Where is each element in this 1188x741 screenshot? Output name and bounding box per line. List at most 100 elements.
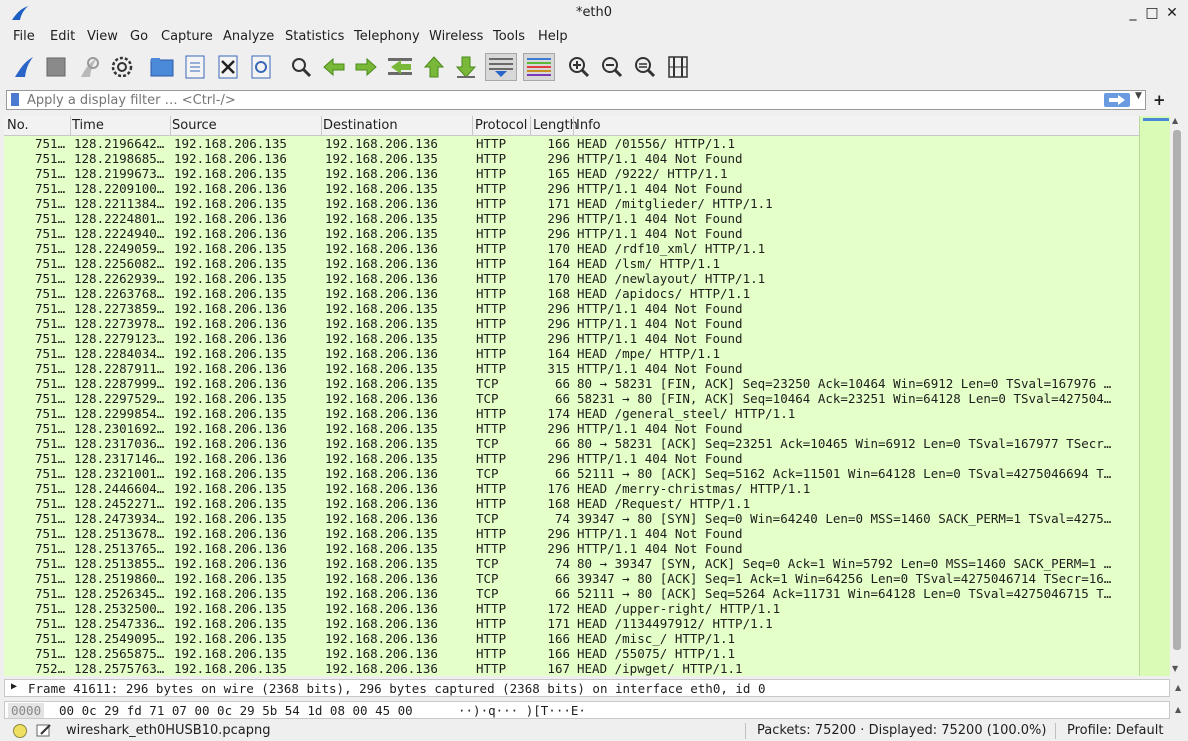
table-row[interactable]: 751… 128.2549095… 192.168.206.135 192.168.2… xyxy=(4,631,1170,646)
menu-view[interactable]: View xyxy=(87,29,118,44)
table-row[interactable]: 751… 128.2297529… 192.168.206.135 192.168.2… xyxy=(4,391,1170,406)
column-header-time[interactable]: Time xyxy=(72,118,104,133)
menu-tools[interactable]: Tools xyxy=(493,29,525,44)
packet-list[interactable]: No. Time Source Destination Protocol Len… xyxy=(4,116,1170,676)
table-row[interactable]: 751… 128.2513855… 192.168.206.136 192.168.2… xyxy=(4,556,1170,571)
save-file-icon[interactable] xyxy=(181,53,209,81)
scroll-down-icon[interactable]: ▼ xyxy=(1172,664,1178,673)
table-row[interactable]: 751… 128.2526345… 192.168.206.135 192.168.2… xyxy=(4,586,1170,601)
shark-fin-start-icon[interactable] xyxy=(10,53,38,81)
table-row[interactable]: 751… 128.2519860… 192.168.206.135 192.168.2… xyxy=(4,571,1170,586)
zoom-out-icon[interactable] xyxy=(598,53,626,81)
table-row[interactable]: 751… 128.2317036… 192.168.206.136 192.168.2… xyxy=(4,436,1170,451)
table-row[interactable]: 751… 128.2513765… 192.168.206.136 192.168.2… xyxy=(4,541,1170,556)
resize-columns-icon[interactable] xyxy=(664,53,692,81)
packet-minimap[interactable] xyxy=(1139,116,1170,676)
ascii-dump[interactable]: ··)·q··· )[T···E· xyxy=(458,703,586,718)
menu-analyze[interactable]: Analyze xyxy=(223,29,274,44)
column-header-length[interactable]: Length xyxy=(533,118,578,133)
auto-scroll-icon[interactable] xyxy=(485,53,517,81)
packet-bytes-pane[interactable]: 0000 00 0c 29 fd 71 07 00 0c 29 5b 54 1d… xyxy=(4,701,1170,719)
menu-statistics[interactable]: Statistics xyxy=(285,29,344,44)
scroll-thumb[interactable] xyxy=(1173,130,1181,650)
column-header-protocol[interactable]: Protocol xyxy=(475,118,527,133)
packet-details-pane[interactable]: ▶ Frame 41611: 296 bytes on wire (2368 b… xyxy=(4,679,1170,697)
bookmark-icon[interactable] xyxy=(11,93,19,106)
table-row[interactable]: 752… 128.2575763… 192.168.206.135 192.168.2… xyxy=(4,661,1170,676)
table-row[interactable]: 751… 128.2284034… 192.168.206.135 192.168.2… xyxy=(4,346,1170,361)
table-row[interactable]: 751… 128.2199673… 192.168.206.135 192.168.2… xyxy=(4,166,1170,181)
menu-go[interactable]: Go xyxy=(130,29,148,44)
menu-file[interactable]: File xyxy=(13,29,35,44)
go-back-icon[interactable] xyxy=(320,53,348,81)
frame-summary[interactable]: Frame 41611: 296 bytes on wire (2368 bit… xyxy=(28,681,766,696)
table-row[interactable]: 751… 128.2532500… 192.168.206.135 192.168.2… xyxy=(4,601,1170,616)
zoom-normal-icon[interactable] xyxy=(631,53,659,81)
open-file-icon[interactable] xyxy=(148,53,176,81)
expert-info-icon[interactable] xyxy=(13,724,27,738)
table-row[interactable]: 751… 128.2287911… 192.168.206.136 192.168.2… xyxy=(4,361,1170,376)
column-header-destination[interactable]: Destination xyxy=(323,118,398,133)
table-row[interactable]: 751… 128.2287999… 192.168.206.136 192.168.2… xyxy=(4,376,1170,391)
hex-dump[interactable]: 00 0c 29 fd 71 07 00 0c 29 5b 54 1d 08 0… xyxy=(59,703,413,718)
table-row[interactable]: 751… 128.2263768… 192.168.206.135 192.168.2… xyxy=(4,286,1170,301)
expand-arrow-icon[interactable]: ▶ xyxy=(11,681,17,692)
table-row[interactable]: 751… 128.2565875… 192.168.206.135 192.168.2… xyxy=(4,646,1170,661)
table-row[interactable]: 751… 128.2256082… 192.168.206.135 192.168.2… xyxy=(4,256,1170,271)
profile-selector[interactable]: Profile: Default xyxy=(1067,723,1163,738)
packet-count: Packets: 75200 · Displayed: 75200 (100.0… xyxy=(757,723,1047,738)
column-header-source[interactable]: Source xyxy=(172,118,217,133)
capture-comment-icon[interactable] xyxy=(36,723,52,737)
go-first-icon[interactable] xyxy=(420,53,448,81)
chevron-down-icon[interactable]: ▼ xyxy=(1135,91,1142,101)
colorize-icon[interactable] xyxy=(523,53,555,81)
table-row[interactable]: 751… 128.2224801… 192.168.206.136 192.168.2… xyxy=(4,211,1170,226)
details-scroll-icon[interactable]: ▲ xyxy=(1175,683,1181,692)
go-to-packet-icon[interactable] xyxy=(386,53,414,81)
table-row[interactable]: 751… 128.2321001… 192.168.206.135 192.168.2… xyxy=(4,466,1170,481)
display-filter-input[interactable] xyxy=(27,92,1097,108)
menu-capture[interactable]: Capture xyxy=(161,29,213,44)
table-row[interactable]: 751… 128.2209100… 192.168.206.136 192.168.2… xyxy=(4,181,1170,196)
table-row[interactable]: 751… 128.2446604… 192.168.206.135 192.168.2… xyxy=(4,481,1170,496)
menu-help[interactable]: Help xyxy=(538,29,568,44)
table-row[interactable]: 751… 128.2301692… 192.168.206.136 192.168.2… xyxy=(4,421,1170,436)
menu-edit[interactable]: Edit xyxy=(50,29,75,44)
table-row[interactable]: 751… 128.2211384… 192.168.206.135 192.168.2… xyxy=(4,196,1170,211)
table-row[interactable]: 751… 128.2547336… 192.168.206.135 192.168.2… xyxy=(4,616,1170,631)
table-row[interactable]: 751… 128.2273978… 192.168.206.136 192.168.2… xyxy=(4,316,1170,331)
bytes-scroll-icon[interactable]: ▲ xyxy=(1175,705,1181,714)
go-forward-icon[interactable] xyxy=(352,53,380,81)
table-row[interactable]: 751… 128.2262939… 192.168.206.135 192.168.2… xyxy=(4,271,1170,286)
apply-filter-arrow-icon[interactable] xyxy=(1104,93,1130,107)
close-file-icon[interactable] xyxy=(214,53,242,81)
packet-length: 66 xyxy=(554,376,570,391)
table-row[interactable]: 751… 128.2273859… 192.168.206.136 192.168.2… xyxy=(4,301,1170,316)
table-row[interactable]: 751… 128.2452271… 192.168.206.135 192.168.2… xyxy=(4,496,1170,511)
table-row[interactable]: 751… 128.2279123… 192.168.206.136 192.168.2… xyxy=(4,331,1170,346)
go-last-icon[interactable] xyxy=(452,53,480,81)
table-row[interactable]: 751… 128.2196642… 192.168.206.135 192.168.2… xyxy=(4,136,1170,151)
menu-telephony[interactable]: Telephony xyxy=(354,29,420,44)
find-packet-icon[interactable] xyxy=(287,53,315,81)
maximize-button[interactable]: □ xyxy=(1141,3,1163,23)
table-row[interactable]: 751… 128.2224940… 192.168.206.136 192.168.2… xyxy=(4,226,1170,241)
table-row[interactable]: 751… 128.2249059… 192.168.206.135 192.168.2… xyxy=(4,241,1170,256)
table-row[interactable]: 751… 128.2513678… 192.168.206.136 192.168.2… xyxy=(4,526,1170,541)
capture-options-icon[interactable] xyxy=(108,53,136,81)
scroll-up-icon[interactable]: ▲ xyxy=(1172,116,1178,125)
table-row[interactable]: 751… 128.2473934… 192.168.206.135 192.168.2… xyxy=(4,511,1170,526)
add-filter-button[interactable]: + xyxy=(1153,91,1166,109)
restart-capture-icon[interactable] xyxy=(75,53,103,81)
stop-capture-icon[interactable] xyxy=(42,53,70,81)
table-row[interactable]: 751… 128.2317146… 192.168.206.136 192.168.2… xyxy=(4,451,1170,466)
table-row[interactable]: 751… 128.2299854… 192.168.206.135 192.168.2… xyxy=(4,406,1170,421)
reload-file-icon[interactable] xyxy=(247,53,275,81)
column-header-no[interactable]: No. xyxy=(7,118,29,133)
close-button[interactable]: ✕ xyxy=(1161,3,1183,23)
table-row[interactable]: 751… 128.2198685… 192.168.206.136 192.168.2… xyxy=(4,151,1170,166)
menu-wireless[interactable]: Wireless xyxy=(429,29,483,44)
column-header-info[interactable]: Info xyxy=(576,118,601,133)
zoom-in-icon[interactable] xyxy=(565,53,593,81)
packet-list-scrollbar[interactable]: ▲ ▼ xyxy=(1170,116,1184,676)
